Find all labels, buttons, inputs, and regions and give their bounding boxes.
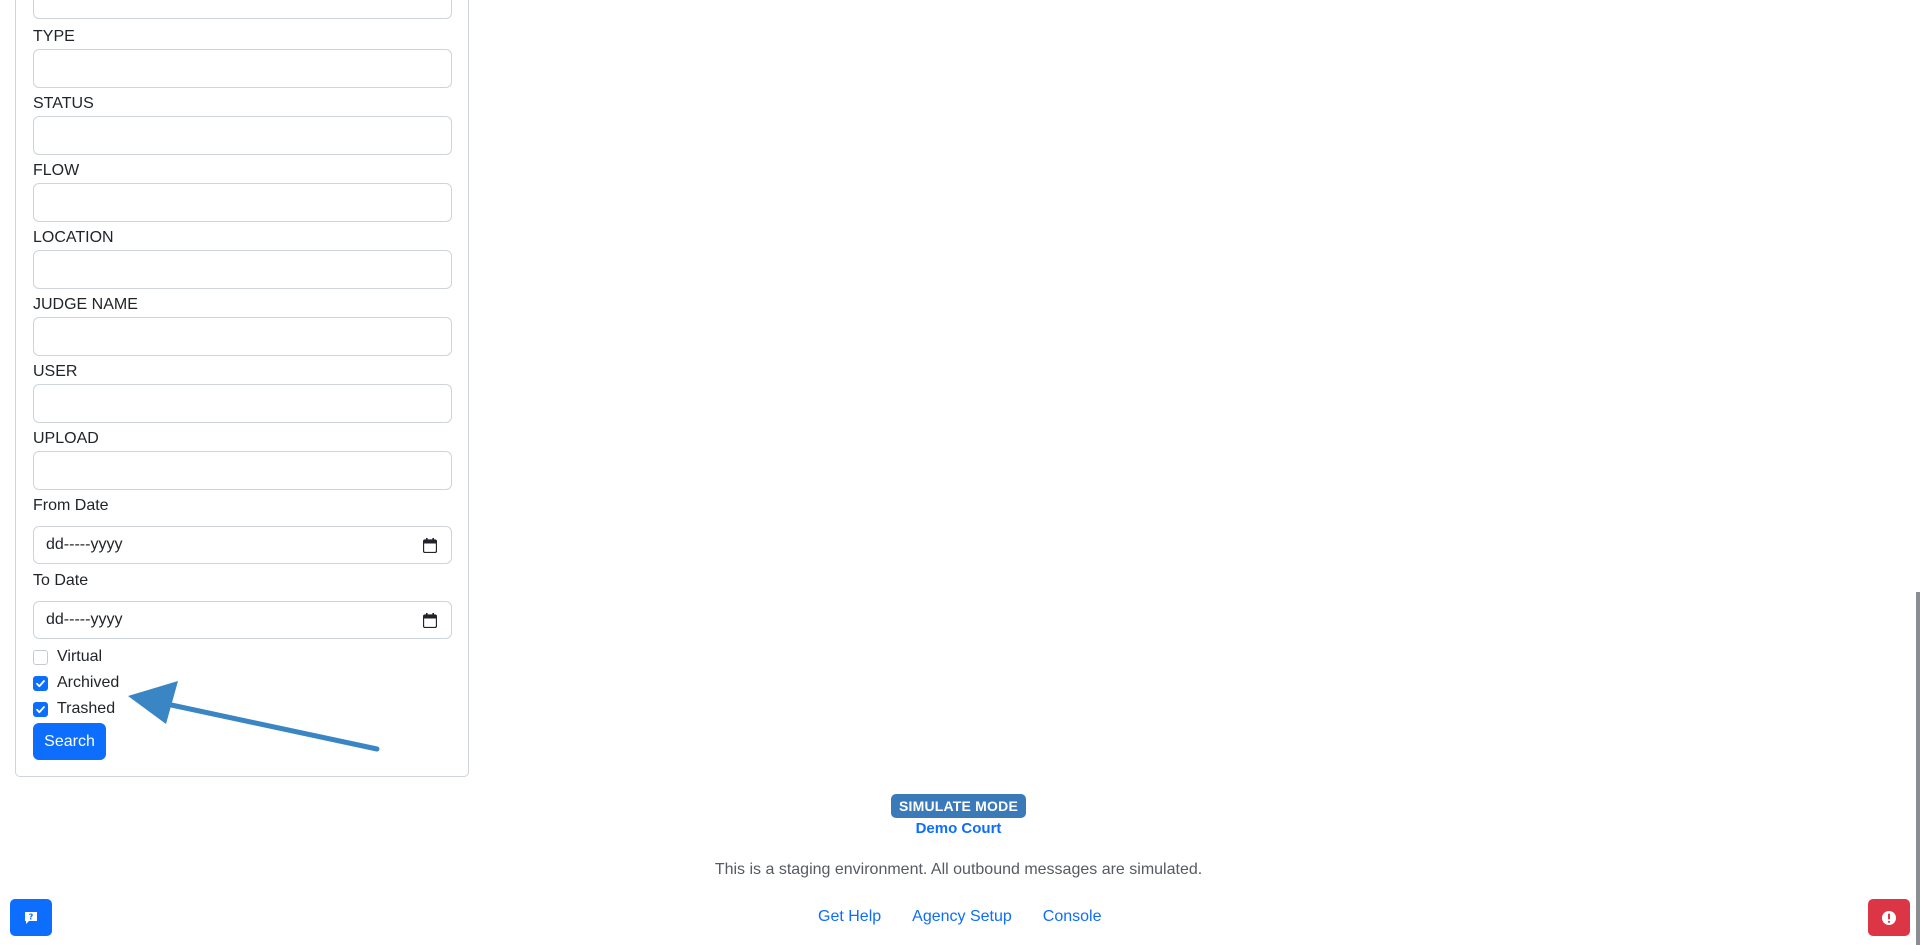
archived-checkbox[interactable] [33,675,48,691]
archived-label: Archived [57,674,120,691]
console-link[interactable]: Console [1043,908,1102,926]
court-name[interactable]: Demo Court [0,820,1917,837]
trashed-label: Trashed [57,700,116,717]
check-icon [36,705,45,713]
status-input[interactable] [33,116,452,155]
search-button[interactable]: Search [33,723,106,760]
agency-setup-link[interactable]: Agency Setup [912,908,1012,926]
virtual-label: Virtual [57,648,103,665]
location-input[interactable] [33,250,452,289]
archived-checkbox-row[interactable]: Archived [33,673,119,693]
judge-name-label: JUDGE NAME [33,296,138,313]
virtual-checkbox-row[interactable]: Virtual [33,647,102,667]
to-date-placeholder: dd-----yyyy [46,611,123,628]
simulate-mode-badge: SIMULATE MODE [891,794,1026,818]
upload-label: UPLOAD [33,430,99,447]
from-date-input[interactable]: dd-----yyyy [33,526,452,564]
help-chat-button[interactable]: ? [10,899,52,936]
to-date-label: To Date [33,572,89,589]
user-label: USER [33,363,78,380]
staging-note: This is a staging environment. All outbo… [714,861,1203,878]
from-date-label: From Date [33,497,109,514]
page: TYPE STATUS FLOW LOCATION JUDGE NAME USE… [0,0,1920,945]
trashed-checkbox[interactable] [33,701,48,717]
location-label: LOCATION [33,229,114,246]
previous-field-input[interactable] [33,0,452,19]
calendar-icon[interactable] [423,538,437,553]
annotation-arrow [128,681,380,752]
flow-label: FLOW [33,162,80,179]
trashed-checkbox-row[interactable]: Trashed [33,699,115,719]
check-icon [36,679,45,687]
calendar-icon[interactable] [423,613,437,628]
alert-button[interactable] [1868,899,1910,936]
upload-input[interactable] [33,451,452,490]
get-help-link[interactable]: Get Help [818,908,881,926]
status-label: STATUS [33,95,94,112]
svg-text:?: ? [29,912,34,921]
type-input[interactable] [33,49,452,88]
user-input[interactable] [33,384,452,423]
judge-name-input[interactable] [33,317,452,356]
virtual-checkbox[interactable] [33,649,48,665]
type-label: TYPE [33,28,75,45]
footer-links: Get Help Agency Setup Console [818,908,1101,926]
page-scrollbar[interactable] [1916,592,1920,945]
to-date-input[interactable]: dd-----yyyy [33,601,452,639]
flow-input[interactable] [33,183,452,222]
from-date-placeholder: dd-----yyyy [46,536,123,553]
help-chat-icon: ? [25,911,37,924]
alert-icon [1882,910,1896,925]
